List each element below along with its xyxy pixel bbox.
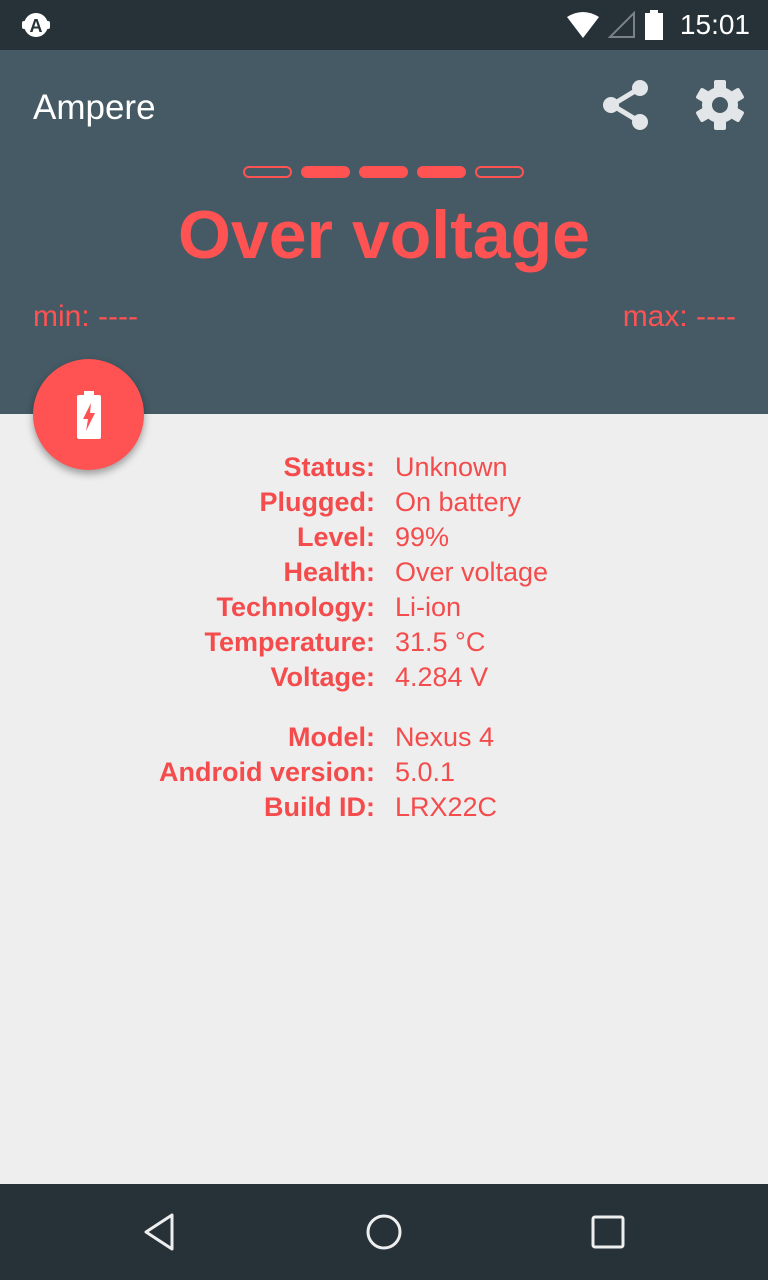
battery-fab-button[interactable]: [33, 359, 144, 470]
info-row-android-version: Android version: 5.0.1: [0, 755, 768, 790]
max-value: max: ----: [622, 300, 736, 333]
health-headline: Over voltage: [178, 197, 590, 273]
info-value: Unknown: [395, 452, 508, 482]
info-value: 31.5 °C: [395, 627, 486, 657]
info-row-level: Level: 99%: [0, 520, 768, 555]
info-value: Li-ion: [395, 592, 462, 622]
info-label: Android version:: [158, 757, 375, 787]
gear-icon: [696, 80, 744, 130]
info-value: LRX22C: [395, 792, 498, 822]
min-value: min: ----: [33, 300, 138, 333]
share-button[interactable]: [596, 76, 654, 134]
battery-info-list: Status: Unknown Plugged: On battery Level:…: [0, 450, 768, 695]
status-bar: A 15:01: [0, 0, 768, 50]
home-button[interactable]: [354, 1204, 414, 1260]
info-label: Voltage:: [270, 662, 375, 692]
navigation-bar: [0, 1184, 768, 1280]
settings-button[interactable]: [690, 76, 750, 134]
content-area: Status: Unknown Plugged: On battery Level:…: [0, 414, 768, 1184]
info-row-voltage: Voltage: 4.284 V: [0, 660, 768, 695]
info-value: 5.0.1: [395, 757, 456, 787]
autostart-a-icon: A: [22, 13, 50, 37]
svg-text:A: A: [30, 16, 43, 36]
info-label: Level:: [296, 522, 375, 552]
info-row-health: Health: Over voltage: [0, 555, 768, 590]
back-button[interactable]: [130, 1204, 190, 1260]
info-value: Over voltage: [395, 557, 549, 587]
info-value: 99%: [395, 522, 450, 552]
info-label: Temperature:: [204, 627, 375, 657]
info-label: Model:: [288, 722, 375, 752]
battery-charging-icon: [76, 390, 101, 439]
home-icon: [366, 1214, 402, 1250]
level-segment: [301, 166, 350, 178]
info-label: Build ID:: [264, 792, 375, 822]
info-row-temperature: Temperature: 31.5 °C: [0, 625, 768, 660]
info-row-plugged: Plugged: On battery: [0, 485, 768, 520]
app-title: Ampere: [33, 88, 156, 127]
level-segment: [417, 166, 466, 178]
level-indicator: [243, 166, 524, 178]
info-label: Technology:: [216, 592, 376, 622]
recents-button[interactable]: [578, 1204, 638, 1260]
wifi-icon: [566, 12, 599, 38]
level-segment: [359, 166, 408, 178]
info-label: Health:: [283, 557, 375, 587]
info-row-build-id: Build ID: LRX22C: [0, 790, 768, 825]
info-value: On battery: [395, 487, 522, 517]
recents-icon: [591, 1215, 625, 1249]
device-info-list: Model: Nexus 4 Android version: 5.0.1 Buil…: [0, 720, 768, 825]
cell-signal-icon: [607, 11, 635, 38]
level-segment: [475, 166, 524, 178]
info-value: 4.284 V: [395, 662, 489, 692]
battery-icon: [644, 10, 663, 40]
level-segment: [243, 166, 292, 178]
clock: 15:01: [679, 9, 750, 40]
info-value: Nexus 4: [395, 722, 495, 752]
info-row-model: Model: Nexus 4: [0, 720, 768, 755]
info-row-technology: Technology: Li-ion: [0, 590, 768, 625]
back-icon: [144, 1213, 174, 1251]
info-label: Plugged:: [259, 487, 376, 517]
share-icon: [603, 80, 648, 130]
app-bar: Ampere Over voltage min: ---- max: ----: [0, 50, 768, 414]
